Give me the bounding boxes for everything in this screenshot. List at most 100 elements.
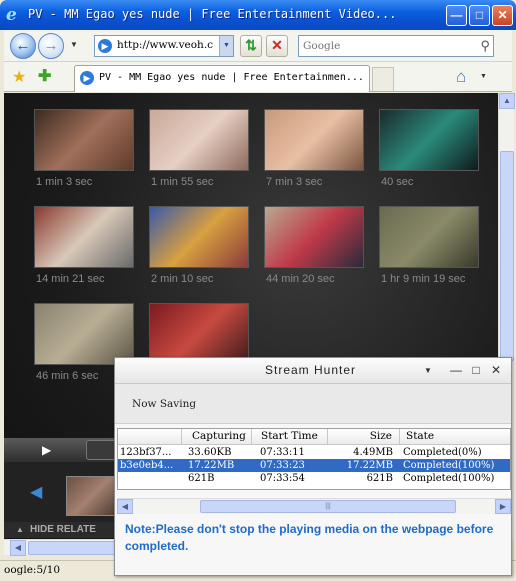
video-thumbnail-image[interactable]	[149, 109, 249, 171]
video-thumbnail-image[interactable]	[149, 206, 249, 268]
stream-hunter-panel: Stream Hunter ▼ — □ ✕ Now Saving Capturi…	[114, 357, 512, 576]
video-duration: 1 hr 9 min 19 sec	[381, 273, 466, 285]
scroll-up-arrow-icon[interactable]: ▲	[499, 93, 515, 109]
add-favorites-icon[interactable]: ✚	[38, 66, 51, 86]
video-duration: 1 min 3 sec	[36, 176, 93, 188]
navigation-bar: ← → ▼ ▶ http://www.veoh.co ▼ ⇅ ✕ ⚲	[4, 30, 512, 62]
site-favicon-icon: ▶	[98, 39, 112, 53]
minimize-button[interactable]: —	[446, 5, 467, 26]
capture-row[interactable]: b3e0eb4... 17.22MB 07:33:23 17.22MB Complete…	[118, 459, 510, 472]
video-thumbnail-image[interactable]	[34, 109, 134, 171]
cell-start-time: 07:33:54	[260, 473, 305, 484]
address-bar[interactable]: ▶ http://www.veoh.co ▼	[94, 35, 234, 57]
search-box[interactable]: ⚲	[298, 35, 494, 57]
cell-capturing: 621B	[188, 473, 215, 484]
cell-id: b3e0eb4...	[120, 460, 174, 471]
status-text: oogle:5/10	[4, 564, 61, 576]
hide-related-button[interactable]: ▲ HIDE RELATE	[4, 522, 116, 538]
hide-related-label: HIDE RELATE	[30, 524, 96, 535]
back-button[interactable]: ←	[10, 33, 36, 59]
panel-maximize-icon[interactable]: □	[469, 363, 483, 377]
ie-logo-icon: e	[6, 5, 17, 25]
search-icon[interactable]: ⚲	[480, 38, 490, 54]
now-saving-section: Now Saving	[115, 384, 511, 424]
video-thumbnail[interactable]: 7 min 3 sec	[264, 109, 364, 197]
video-thumbnail[interactable]: 1 min 3 sec	[34, 109, 134, 197]
page-horizontal-scrollbar[interactable]: ◀	[4, 539, 118, 556]
window-title: PV - MM Egao yes nude | Free Entertainme…	[28, 7, 397, 21]
video-duration: 46 min 6 sec	[36, 370, 99, 382]
video-thumbnail-image[interactable]	[34, 206, 134, 268]
cell-size: 621B	[366, 473, 393, 484]
player-progress-slot[interactable]	[86, 440, 116, 460]
cell-capturing: 33.60KB	[188, 447, 232, 458]
home-icon[interactable]: ⌂	[456, 67, 466, 87]
search-input[interactable]	[303, 37, 473, 55]
video-thumbnail[interactable]: 2 min 10 sec	[149, 206, 249, 294]
video-duration: 2 min 10 sec	[151, 273, 214, 285]
forward-arrow-icon: →	[43, 37, 59, 54]
refresh-icon: ⇅	[245, 37, 257, 53]
video-thumbnail-image[interactable]	[379, 109, 479, 171]
stream-hunter-header: Stream Hunter ▼ — □ ✕	[115, 358, 511, 384]
video-thumbnail[interactable]: 44 min 20 sec	[264, 206, 364, 294]
refresh-button[interactable]: ⇅	[240, 35, 262, 57]
horizontal-scroll-thumb[interactable]	[28, 541, 118, 555]
address-url[interactable]: http://www.veoh.co	[117, 39, 213, 51]
video-thumbnail-image[interactable]	[264, 109, 364, 171]
capture-list-horizontal-scrollbar[interactable]: ◀ ||| ▶	[117, 498, 511, 514]
collapse-triangle-icon: ▲	[16, 525, 24, 534]
list-scroll-thumb[interactable]: |||	[200, 500, 456, 513]
history-dropdown-icon[interactable]: ▼	[70, 40, 78, 49]
list-scroll-right-arrow-icon[interactable]: ▶	[495, 499, 511, 514]
video-duration: 44 min 20 sec	[266, 273, 335, 285]
filmstrip-left-arrow-icon[interactable]: ◀	[30, 482, 42, 502]
panel-minimize-icon[interactable]: —	[449, 363, 463, 377]
video-thumbnail-image[interactable]	[149, 303, 249, 365]
tab-active[interactable]: ▶ PV - MM Egao yes nude | Free Entertain…	[74, 65, 370, 92]
tab-favicon-icon: ▶	[80, 71, 94, 85]
play-icon[interactable]: ▶	[42, 443, 51, 457]
column-header-start-time[interactable]: Start Time	[252, 429, 328, 445]
video-thumbnail-image[interactable]	[264, 206, 364, 268]
vertical-scroll-thumb[interactable]	[500, 151, 514, 361]
panel-close-icon[interactable]: ✕	[489, 363, 503, 377]
video-duration: 40 sec	[381, 176, 414, 188]
cell-id	[120, 472, 180, 485]
column-header-capturing[interactable]: Capturing	[182, 429, 252, 445]
column-header-id[interactable]	[118, 429, 182, 445]
cell-start-time: 07:33:11	[260, 447, 305, 458]
video-thumbnail[interactable]: 40 sec	[379, 109, 479, 197]
new-tab-button[interactable]	[372, 67, 394, 91]
panel-menu-icon[interactable]: ▼	[421, 366, 435, 375]
back-arrow-icon: ←	[15, 37, 31, 54]
favorites-star-icon[interactable]: ★	[12, 67, 26, 87]
list-scroll-left-arrow-icon[interactable]: ◀	[117, 499, 133, 514]
column-header-size[interactable]: Size	[328, 429, 400, 445]
capture-row[interactable]: 621B 07:33:54 621B Completed(100%)	[118, 472, 510, 485]
capture-row[interactable]: 123bf37... 33.60KB 07:33:11 4.49MB Completed…	[118, 446, 510, 459]
cell-state: Completed(100%)	[403, 473, 495, 484]
video-duration: 1 min 55 sec	[151, 176, 214, 188]
tab-label: PV - MM Egao yes nude | Free Entertainme…	[99, 72, 364, 83]
capture-list: Capturing Start Time Size State 123bf37.…	[117, 428, 511, 490]
column-header-state[interactable]: State	[400, 429, 510, 445]
stream-hunter-title: Stream Hunter	[265, 363, 357, 377]
video-thumbnail-image[interactable]	[379, 206, 479, 268]
video-thumbnail[interactable]: 1 hr 9 min 19 sec	[379, 206, 479, 294]
address-dropdown-icon[interactable]: ▼	[219, 36, 233, 56]
cell-state: Completed(100%)	[403, 460, 495, 471]
scroll-left-arrow-icon[interactable]: ◀	[10, 540, 26, 556]
cell-start-time: 07:33:23	[260, 460, 305, 471]
video-thumbnail[interactable]: 1 min 55 sec	[149, 109, 249, 197]
home-dropdown-icon[interactable]: ▼	[480, 73, 487, 80]
window-title-bar: e PV - MM Egao yes nude | Free Entertain…	[0, 0, 516, 30]
related-video-thumbnail[interactable]	[66, 476, 118, 516]
stop-button[interactable]: ✕	[266, 35, 288, 57]
close-button[interactable]: ✕	[492, 5, 513, 26]
video-thumbnail-image[interactable]	[34, 303, 134, 365]
cell-size: 4.49MB	[353, 447, 393, 458]
maximize-button[interactable]: □	[469, 5, 490, 26]
video-thumbnail[interactable]: 14 min 21 sec	[34, 206, 134, 294]
forward-button[interactable]: →	[38, 33, 64, 59]
